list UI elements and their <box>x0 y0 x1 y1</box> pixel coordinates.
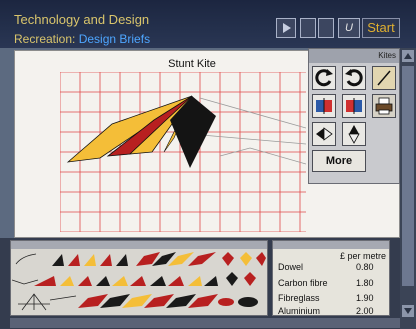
row-1-shapes[interactable] <box>15 252 266 266</box>
rotate-left-button[interactable] <box>312 66 336 90</box>
row-3-shapes[interactable] <box>18 293 258 311</box>
materials-titlebar[interactable] <box>273 241 389 249</box>
mirror-right-icon <box>346 98 362 114</box>
u-button[interactable]: U <box>338 18 360 38</box>
start-button[interactable]: Start <box>362 18 400 38</box>
draw-line-icon <box>377 70 391 86</box>
kite-shapes-library[interactable] <box>12 250 266 314</box>
material-name[interactable]: Aluminium <box>278 306 320 316</box>
draw-line-button[interactable] <box>372 66 396 90</box>
toolbar-button-1[interactable] <box>300 18 316 38</box>
material-name[interactable]: Fibreglass <box>278 293 320 303</box>
mirror-right-button[interactable] <box>342 94 366 118</box>
material-name[interactable]: Carbon fibre <box>278 278 328 288</box>
printer-icon <box>375 97 393 115</box>
rotate-right-icon <box>345 69 363 87</box>
flip-horizontal-icon <box>316 127 333 141</box>
app-subtitle: Recreation: Design Briefs <box>14 32 150 46</box>
app-title: Technology and Design <box>14 12 150 27</box>
flip-vertical-button[interactable] <box>342 122 366 146</box>
print-button[interactable] <box>372 94 396 118</box>
price-column-header: £ per metre <box>340 251 387 261</box>
material-price: 2.00 <box>356 306 374 316</box>
row-2-shapes[interactable] <box>12 272 256 286</box>
material-price: 1.80 <box>356 278 374 288</box>
subtitle-accent: Design Briefs <box>78 32 151 46</box>
flip-horizontal-button[interactable] <box>312 122 336 146</box>
kite-design-canvas[interactable] <box>60 72 306 232</box>
subtitle-prefix: Recreation: <box>14 32 79 46</box>
material-price: 0.80 <box>356 262 374 272</box>
kites-palette-title: Kites <box>378 51 396 60</box>
mirror-left-button[interactable] <box>312 94 336 118</box>
scroll-up-arrow-icon[interactable] <box>402 50 414 62</box>
rotate-left-icon <box>315 69 333 87</box>
mirror-left-icon <box>316 98 332 114</box>
horizontal-scrollbar[interactable] <box>10 318 400 328</box>
toolbar-button-2[interactable] <box>318 18 334 38</box>
scroll-down-arrow-icon[interactable] <box>402 305 414 317</box>
flip-vertical-icon <box>348 125 360 144</box>
more-button[interactable]: More <box>312 150 366 172</box>
play-button[interactable] <box>276 18 296 38</box>
scroll-thumb[interactable] <box>402 66 414 286</box>
rotate-right-button[interactable] <box>342 66 366 90</box>
material-name[interactable]: Dowel <box>278 262 303 272</box>
kite-shapes-titlebar[interactable] <box>11 241 267 249</box>
material-price: 1.90 <box>356 293 374 303</box>
